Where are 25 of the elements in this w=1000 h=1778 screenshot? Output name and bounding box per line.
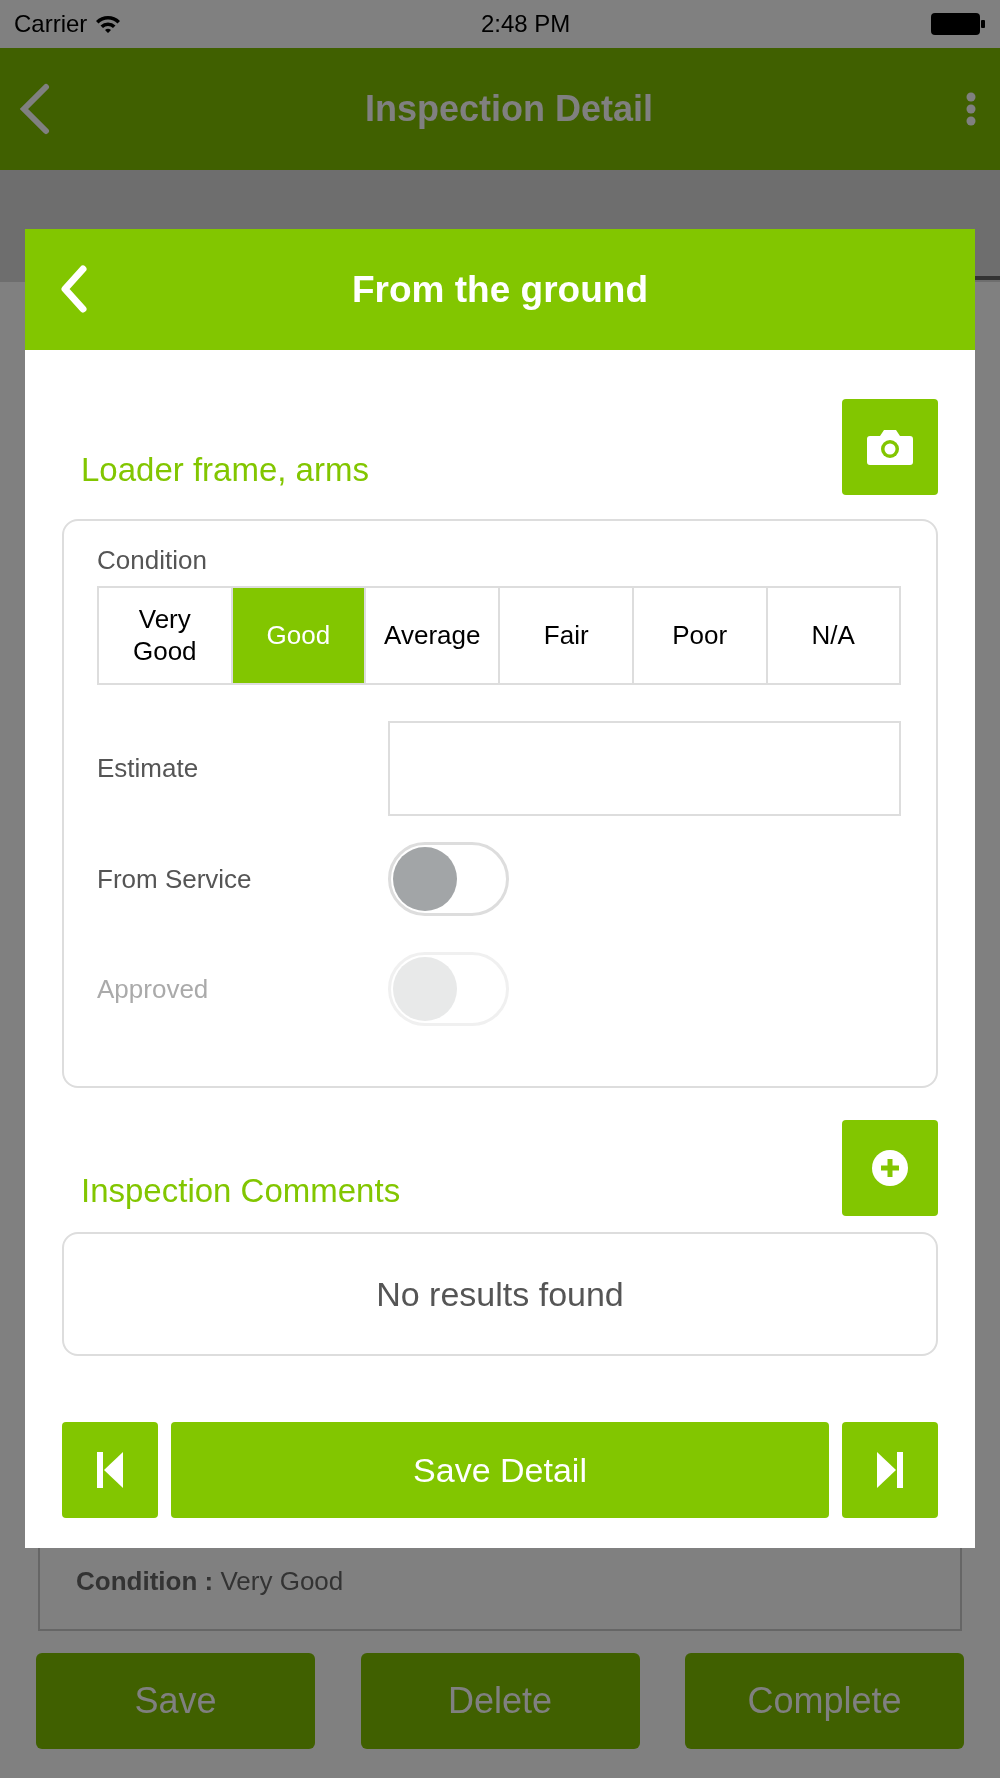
last-button[interactable] <box>842 1422 938 1518</box>
plus-icon <box>871 1149 909 1187</box>
camera-icon <box>866 428 914 466</box>
battery-icon <box>930 12 986 36</box>
carrier-name: Carrier <box>14 10 88 38</box>
first-button[interactable] <box>62 1422 158 1518</box>
screen-title: Inspection Detail <box>364 88 654 130</box>
toggle-label: Approved <box>97 973 210 1005</box>
condition-summary: Condition : Very Good <box>76 1566 345 1597</box>
clock: 2:48 PM <box>480 10 571 38</box>
section-title: Inspection Comments <box>81 1172 401 1211</box>
estimate-field[interactable] <box>388 721 901 816</box>
empty-message: No results found <box>376 1274 624 1314</box>
wifi-icon <box>95 14 122 34</box>
add-button[interactable] <box>842 1120 938 1216</box>
camera-button[interactable] <box>842 399 938 495</box>
skip-forward-icon <box>877 1452 903 1488</box>
section-title: Loader frame, arms <box>81 451 369 490</box>
condition-label: Condition <box>97 545 207 575</box>
back-icon[interactable] <box>18 83 52 135</box>
toggle-label: From Service <box>97 863 253 895</box>
modal-title: From the ground <box>352 268 648 311</box>
more-icon[interactable] <box>966 92 976 126</box>
estimate-label: Estimate <box>97 753 200 784</box>
skip-back-icon <box>97 1452 123 1488</box>
